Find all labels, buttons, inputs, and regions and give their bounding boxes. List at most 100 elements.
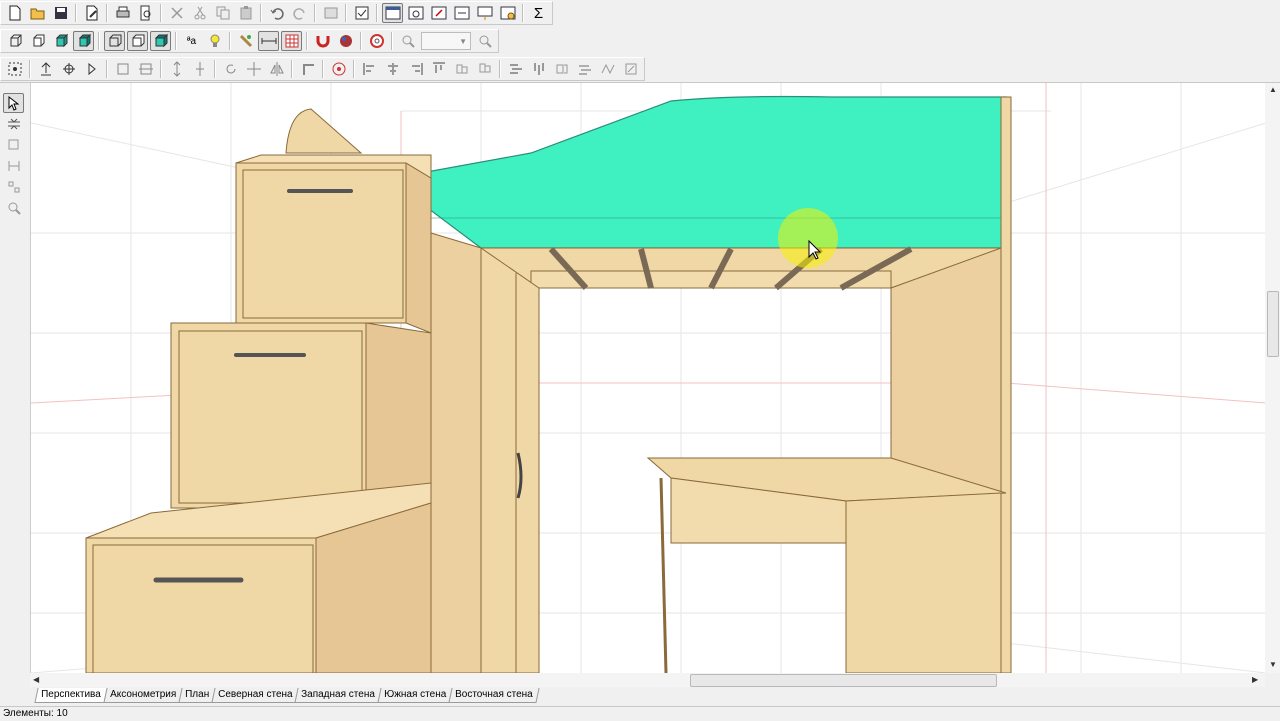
rotate-cw-icon[interactable] bbox=[220, 59, 241, 79]
layers-icon[interactable] bbox=[3, 114, 24, 134]
view-toolbar: ªa ▼ bbox=[0, 29, 499, 53]
align-center-icon[interactable] bbox=[382, 59, 403, 79]
vertical-scrollbar[interactable]: ▲ ▼ bbox=[1265, 83, 1280, 673]
scroll-up-icon[interactable]: ▲ bbox=[1269, 85, 1277, 94]
scroll-down-icon[interactable]: ▼ bbox=[1269, 660, 1277, 669]
align-bottom-icon[interactable] bbox=[474, 59, 495, 79]
separator bbox=[291, 60, 293, 78]
box-wire-icon[interactable] bbox=[104, 31, 125, 51]
select-arrow-icon[interactable] bbox=[3, 93, 24, 113]
view-window-icon[interactable] bbox=[382, 3, 403, 23]
rotate-group-icon[interactable] bbox=[620, 59, 641, 79]
separator bbox=[106, 60, 108, 78]
rotate-icon[interactable] bbox=[81, 59, 102, 79]
align-middle-icon[interactable] bbox=[451, 59, 472, 79]
grid-icon[interactable] bbox=[281, 31, 302, 51]
tab-label: Аксонометрия bbox=[109, 689, 176, 700]
dimension-icon[interactable] bbox=[258, 31, 279, 51]
paste-icon[interactable] bbox=[235, 3, 256, 23]
scroll-right-icon[interactable]: ▶ bbox=[1252, 675, 1258, 684]
corner-icon[interactable] bbox=[297, 59, 318, 79]
elements-count: Элементы: 10 bbox=[3, 708, 68, 719]
zoom-combobox[interactable]: ▼ bbox=[421, 32, 471, 50]
print-icon[interactable] bbox=[112, 3, 133, 23]
node-tool-icon[interactable] bbox=[3, 177, 24, 197]
lifebuoy-icon[interactable] bbox=[366, 31, 387, 51]
file-toolbar: Σ bbox=[0, 1, 553, 25]
new-file-icon[interactable] bbox=[4, 3, 25, 23]
copy-icon[interactable] bbox=[212, 3, 233, 23]
frame-alt-icon[interactable] bbox=[135, 59, 156, 79]
cube-shaded-icon[interactable] bbox=[50, 31, 71, 51]
stretch-icon[interactable] bbox=[597, 59, 618, 79]
export-alt-icon[interactable] bbox=[451, 3, 472, 23]
snap-grid-icon[interactable] bbox=[4, 59, 25, 79]
ungroup-icon[interactable] bbox=[574, 59, 595, 79]
print-preview-icon[interactable] bbox=[135, 3, 156, 23]
texture-icon[interactable] bbox=[235, 31, 256, 51]
lightbulb-icon[interactable] bbox=[204, 31, 225, 51]
frame-tool-icon[interactable] bbox=[3, 135, 24, 155]
distribute-v-icon[interactable] bbox=[528, 59, 549, 79]
import-icon[interactable] bbox=[474, 3, 495, 23]
edit-file-icon[interactable] bbox=[81, 3, 102, 23]
undo-icon[interactable] bbox=[266, 3, 287, 23]
vertical-scroll-thumb[interactable] bbox=[1267, 291, 1279, 357]
toolbar-row-1: Σ bbox=[0, 0, 555, 26]
properties-icon[interactable] bbox=[320, 3, 341, 23]
align-vertical-icon[interactable] bbox=[166, 59, 187, 79]
tab-label: Западная стена bbox=[301, 689, 376, 700]
cut-icon[interactable] bbox=[166, 3, 187, 23]
zoom-tool-icon[interactable] bbox=[3, 198, 24, 218]
tab-west-wall[interactable]: Западная стена bbox=[294, 688, 382, 703]
tab-east-wall[interactable]: Восточная стена bbox=[448, 688, 540, 703]
cube-outline-icon[interactable] bbox=[27, 31, 48, 51]
sum-icon[interactable]: Σ bbox=[528, 3, 549, 23]
zoom-in-icon[interactable] bbox=[397, 31, 418, 51]
rotate-axis-icon[interactable] bbox=[58, 59, 79, 79]
tab-north-wall[interactable]: Северная стена bbox=[211, 688, 300, 703]
align-right-icon[interactable] bbox=[405, 59, 426, 79]
view-zoom-icon[interactable] bbox=[405, 3, 426, 23]
stair-block-middle bbox=[170, 322, 432, 509]
settings-window-icon[interactable] bbox=[497, 3, 518, 23]
separator bbox=[175, 32, 177, 50]
scroll-left-icon[interactable]: ◀ bbox=[33, 675, 39, 684]
align-top-icon[interactable] bbox=[428, 59, 449, 79]
align-vertical-alt-icon[interactable] bbox=[189, 59, 210, 79]
move-up-icon[interactable] bbox=[35, 59, 56, 79]
tab-label: Перспектива bbox=[41, 689, 101, 700]
measure-icon[interactable] bbox=[3, 156, 24, 176]
horizontal-scrollbar[interactable]: ◀ ▶ bbox=[30, 673, 1265, 687]
cube-wire-icon[interactable] bbox=[4, 31, 25, 51]
redo-icon[interactable] bbox=[289, 3, 310, 23]
cube-solid-icon[interactable] bbox=[73, 31, 94, 51]
text-format-icon[interactable]: ªa bbox=[181, 31, 202, 51]
export-icon[interactable] bbox=[428, 3, 449, 23]
magnet-icon[interactable] bbox=[312, 31, 333, 51]
target-icon[interactable] bbox=[328, 59, 349, 79]
checklist-icon[interactable] bbox=[351, 3, 372, 23]
align-left-icon[interactable] bbox=[359, 59, 380, 79]
zoom-out-icon[interactable] bbox=[474, 31, 495, 51]
box-outline-icon[interactable] bbox=[127, 31, 148, 51]
tab-perspective[interactable]: Перспектива bbox=[34, 688, 108, 703]
horizontal-scroll-thumb[interactable] bbox=[690, 674, 997, 687]
cut-alt-icon[interactable] bbox=[189, 3, 210, 23]
group-icon[interactable] bbox=[551, 59, 572, 79]
open-folder-icon[interactable] bbox=[27, 3, 48, 23]
scene-canvas[interactable] bbox=[31, 83, 1266, 673]
distribute-h-icon[interactable] bbox=[505, 59, 526, 79]
save-icon[interactable] bbox=[50, 3, 71, 23]
move-icon[interactable] bbox=[243, 59, 264, 79]
separator bbox=[98, 32, 100, 50]
tab-axonometry[interactable]: Аксонометрия bbox=[103, 688, 183, 703]
mirror-icon[interactable] bbox=[266, 59, 287, 79]
box-solid-icon[interactable] bbox=[150, 31, 171, 51]
color-palette-icon[interactable] bbox=[335, 31, 356, 51]
3d-viewport[interactable] bbox=[30, 83, 1266, 673]
frame-icon[interactable] bbox=[112, 59, 133, 79]
separator bbox=[29, 60, 31, 78]
tab-south-wall[interactable]: Южная стена bbox=[377, 688, 454, 703]
tab-plan[interactable]: План bbox=[178, 688, 216, 703]
